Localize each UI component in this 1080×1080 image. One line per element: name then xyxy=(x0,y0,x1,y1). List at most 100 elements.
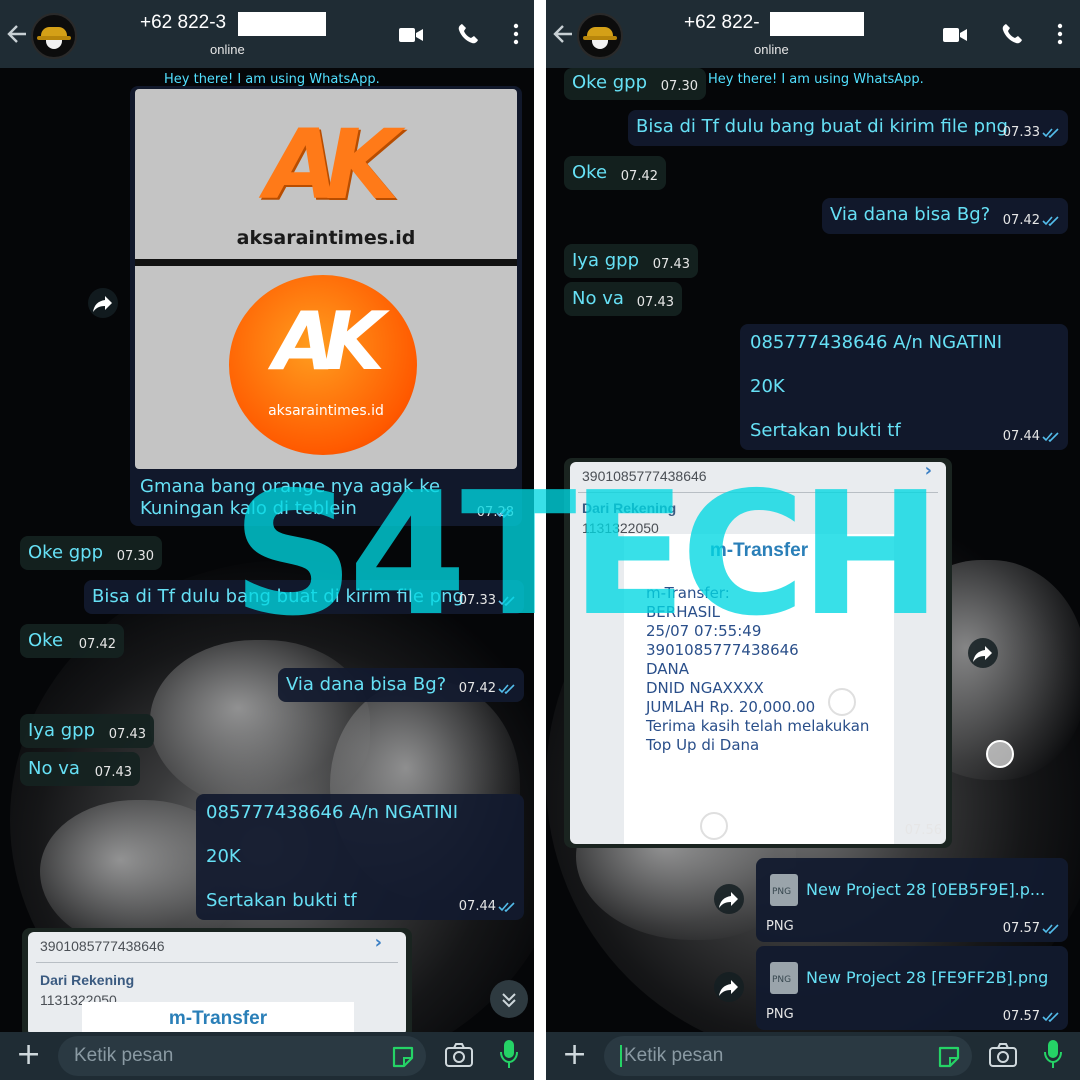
double-check-icon xyxy=(498,684,515,694)
message-time: 07.30 xyxy=(116,549,154,564)
mic-icon[interactable] xyxy=(1042,1038,1064,1070)
video-call-icon[interactable] xyxy=(942,26,968,48)
file-name: New Project 28 [0EB5F9E].p... xyxy=(806,880,1046,899)
receipt-from-label: Dari Rekening xyxy=(40,972,135,988)
back-arrow-icon[interactable] xyxy=(552,20,574,48)
message-bubble[interactable]: No va 07.43 xyxy=(20,752,140,786)
more-vert-icon[interactable] xyxy=(512,22,520,50)
message-input-placeholder: Ketik pesan xyxy=(74,1045,174,1066)
message-time: 07.43 xyxy=(94,765,132,780)
receipt-title: m-Transfer xyxy=(168,1008,268,1029)
redaction-box xyxy=(770,12,864,36)
phone-icon[interactable] xyxy=(1000,22,1024,50)
message-text: Iya gpp xyxy=(572,250,639,271)
more-vert-icon[interactable] xyxy=(1056,22,1064,50)
forward-icon[interactable] xyxy=(968,638,998,668)
receipt-paper: m-Transfer xyxy=(82,1002,354,1036)
message-time: 07.30 xyxy=(660,79,698,94)
contact-status: online xyxy=(754,42,789,57)
phone-icon[interactable] xyxy=(456,22,480,50)
circle-marker xyxy=(828,688,856,716)
double-check-icon xyxy=(1042,432,1059,442)
double-check-icon xyxy=(1042,216,1059,226)
mic-icon[interactable] xyxy=(498,1038,520,1070)
compose-bar: + Ketik pesan xyxy=(546,1032,1080,1080)
file-name: New Project 28 [FE9FF2B].png xyxy=(806,968,1049,987)
message-bubble[interactable]: 085777438646 A/n NGATINI 20K Sertakan bu… xyxy=(740,324,1068,450)
double-check-icon xyxy=(498,902,515,912)
amount-text: 20K xyxy=(206,846,241,867)
forward-icon[interactable] xyxy=(88,288,118,318)
receipt-divider xyxy=(36,962,398,963)
account-number-text: 085777438646 A/n NGATINI xyxy=(206,802,459,823)
receipt-image[interactable]: 3901085777438646 › Dari Rekening 1131322… xyxy=(28,932,406,1036)
forward-icon[interactable] xyxy=(714,884,744,914)
message-bubble[interactable]: Oke 07.42 xyxy=(564,156,666,190)
logo-image[interactable]: AK aksaraintimes.id AK aksaraintimes.id xyxy=(135,89,517,469)
text-cursor xyxy=(620,1045,622,1067)
message-bubble[interactable]: Via dana bisa Bg? 07.42 xyxy=(822,198,1068,234)
message-input[interactable]: Ketik pesan xyxy=(604,1036,972,1076)
message-text: Iya gpp xyxy=(28,720,95,741)
plus-icon[interactable]: + xyxy=(562,1040,587,1070)
message-time: 07.57 xyxy=(1002,921,1040,936)
message-time: 07.43 xyxy=(652,257,690,272)
message-text: Via dana bisa Bg? xyxy=(286,674,447,695)
video-call-icon[interactable] xyxy=(398,26,424,48)
scroll-down-button[interactable] xyxy=(490,980,528,1018)
message-text: Bisa di Tf dulu bang buat di kirim file … xyxy=(636,116,1008,137)
double-check-icon xyxy=(1042,128,1059,138)
forward-icon[interactable] xyxy=(714,972,744,1002)
message-text: Oke gpp xyxy=(572,72,648,93)
message-bubble[interactable]: Via dana bisa Bg? 07.42 xyxy=(278,668,524,702)
message-bubble[interactable]: Oke gpp 07.30 xyxy=(564,68,706,100)
file-icon: PNG xyxy=(770,874,798,906)
receipt-image-message[interactable]: 3901085777438646 › Dari Rekening 1131322… xyxy=(22,928,412,1038)
logo-ak-top: AK xyxy=(265,109,400,221)
message-time: 07.57 xyxy=(1002,1009,1040,1024)
message-bubble[interactable]: Bisa di Tf dulu bang buat di kirim file … xyxy=(628,110,1068,146)
file-icon: PNG xyxy=(770,962,798,994)
message-text: Oke gpp xyxy=(28,542,104,563)
message-time: 07.42 xyxy=(620,169,658,184)
message-bubble[interactable]: Oke gpp 07.30 xyxy=(20,536,162,570)
sticker-icon[interactable] xyxy=(390,1044,416,1070)
about-status: Hey there! I am using WhatsApp. xyxy=(708,72,924,87)
message-time: 07.43 xyxy=(636,295,674,310)
message-time: 07.33 xyxy=(1002,125,1040,140)
circle-marker xyxy=(700,812,728,840)
chat-header: +62 822-3 online xyxy=(0,0,534,68)
file-type: PNG xyxy=(766,919,794,934)
file-message[interactable]: PNG New Project 28 [0EB5F9E].p... PNG 07… xyxy=(756,858,1068,942)
message-text: No va xyxy=(28,758,80,779)
message-time: 07.42 xyxy=(1002,213,1040,228)
amount-text: 20K xyxy=(750,376,785,397)
double-check-icon xyxy=(1042,1012,1059,1022)
scroll-down-icon xyxy=(502,993,516,1008)
message-input-placeholder: Ketik pesan xyxy=(624,1045,724,1066)
instruction-text: Sertakan bukti tf xyxy=(206,890,357,911)
avatar[interactable] xyxy=(577,13,623,59)
message-bubble[interactable]: Oke 07.42 xyxy=(20,624,124,658)
message-bubble[interactable]: Iya gpp 07.43 xyxy=(20,714,154,748)
message-bubble[interactable]: No va 07.43 xyxy=(564,282,682,316)
divider xyxy=(135,259,517,266)
message-input[interactable]: Ketik pesan xyxy=(58,1036,426,1076)
brand-text-top: aksaraintimes.id xyxy=(236,227,416,249)
message-time: 07.43 xyxy=(108,727,146,742)
message-bubble[interactable]: Iya gpp 07.43 xyxy=(564,244,698,278)
contact-name[interactable]: +62 822- xyxy=(684,12,760,34)
message-time: 07.44 xyxy=(458,899,496,914)
message-time: 07.44 xyxy=(1002,429,1040,444)
contact-status: online xyxy=(210,42,245,57)
back-arrow-icon[interactable] xyxy=(6,20,28,48)
camera-icon[interactable] xyxy=(988,1042,1018,1068)
plus-icon[interactable]: + xyxy=(16,1040,41,1070)
sticker-icon[interactable] xyxy=(936,1044,962,1070)
instruction-text: Sertakan bukti tf xyxy=(750,420,901,441)
contact-name[interactable]: +62 822-3 xyxy=(140,12,226,34)
file-message[interactable]: PNG New Project 28 [FE9FF2B].png PNG 07.… xyxy=(756,946,1068,1030)
camera-icon[interactable] xyxy=(444,1042,474,1068)
message-bubble[interactable]: 085777438646 A/n NGATINI 20K Sertakan bu… xyxy=(196,794,524,920)
avatar[interactable] xyxy=(31,13,77,59)
